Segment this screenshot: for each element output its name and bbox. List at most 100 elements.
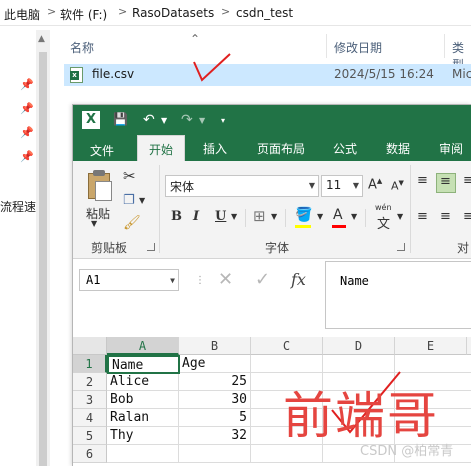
cell-a4[interactable]: Ralan [107, 409, 179, 427]
row-header-6[interactable]: 6 [73, 445, 107, 463]
red-checkmark-annotation [193, 53, 231, 82]
cell-a1-active[interactable]: Name [107, 355, 180, 374]
paste-button-label[interactable]: 粘贴 [86, 205, 110, 222]
font-color-dropdown-icon[interactable]: ▼ [351, 212, 357, 221]
borders-icon[interactable]: ⊞ [253, 207, 266, 225]
column-header-e[interactable]: E [395, 337, 467, 355]
navigation-scrollbar[interactable]: ▲ [36, 30, 50, 466]
file-row-selected[interactable]: x file.csv 2024/5/15 16:24 Mic [64, 64, 471, 86]
font-color-button[interactable]: A [333, 207, 343, 223]
cell-b3[interactable]: 30 [179, 391, 251, 409]
column-header-c[interactable]: C [251, 337, 323, 355]
tab-formulas[interactable]: 公式 [333, 140, 357, 157]
save-icon[interactable]: 💾 [113, 112, 128, 126]
group-divider [410, 165, 411, 253]
borders-dropdown-icon[interactable]: ▼ [271, 212, 277, 221]
address-breadcrumb[interactable]: 此电脑 > 软件 (F:) > RasoDatasets > csdn_test [0, 0, 471, 26]
column-header-f[interactable] [467, 337, 471, 355]
undo-icon[interactable]: ↶ [143, 112, 155, 128]
bold-button[interactable]: B [171, 209, 182, 224]
navigation-pane[interactable]: 📌 📌 📌 📌 流程速 [0, 26, 36, 466]
formula-input[interactable]: Name [325, 261, 471, 329]
tab-home[interactable]: 开始 [137, 135, 185, 161]
formula-bar: A1 ▼ ⋮ ✕ ✓ fx Name [73, 259, 471, 337]
cell-b5[interactable]: 32 [179, 427, 251, 445]
breadcrumb-folder-rasodatasets[interactable]: RasoDatasets [132, 6, 214, 20]
tab-data[interactable]: 数据 [386, 140, 410, 157]
column-header-a[interactable]: A [107, 337, 179, 355]
italic-button[interactable]: I [193, 209, 199, 224]
align-right-icon[interactable]: ≡ [463, 209, 471, 224]
row-header-5[interactable]: 5 [73, 427, 107, 445]
fill-color-dropdown-icon[interactable]: ▼ [317, 212, 323, 221]
align-bottom-icon[interactable]: ≡ [463, 173, 471, 188]
tab-file-label: 文件 [90, 144, 115, 158]
undo-dropdown-icon[interactable]: ▼ [161, 116, 167, 125]
cell-a3[interactable]: Bob [107, 391, 179, 409]
row-header-4[interactable]: 4 [73, 409, 107, 427]
breadcrumb-folder-csdn-test[interactable]: csdn_test [236, 6, 293, 20]
underline-dropdown-icon[interactable]: ▼ [231, 212, 237, 221]
increase-font-size-button[interactable]: A▲ [368, 177, 382, 192]
font-name-select[interactable]: 宋体 ▼ [165, 175, 319, 197]
column-divider[interactable] [326, 34, 327, 58]
redo-dropdown-icon[interactable]: ▼ [199, 116, 205, 125]
insert-function-button[interactable]: fx [291, 270, 306, 289]
column-header-d[interactable]: D [323, 337, 395, 355]
cell-b4[interactable]: 5 [179, 409, 251, 427]
tab-review[interactable]: 审阅 [439, 140, 463, 157]
phonetic-dropdown-icon[interactable]: ▼ [397, 212, 403, 221]
select-all-corner[interactable] [73, 337, 107, 355]
cell-b6[interactable] [179, 445, 251, 463]
align-left-icon[interactable]: ≡ [417, 209, 428, 224]
column-divider[interactable] [444, 34, 445, 58]
breadcrumb-this-pc[interactable]: 此电脑 [4, 6, 40, 23]
scroll-up-icon[interactable]: ▲ [38, 34, 45, 44]
paste-dropdown-icon[interactable]: ▼ [91, 219, 97, 228]
column-header-name[interactable]: 名称 [70, 39, 94, 56]
customize-qat-icon[interactable]: ▾ [221, 116, 225, 125]
cell-c6[interactable] [251, 445, 323, 463]
font-size-select[interactable]: 11 ▼ [321, 175, 363, 197]
file-modified-date: 2024/5/15 16:24 [334, 67, 434, 81]
cell-a6[interactable] [107, 445, 179, 463]
cell-a2[interactable]: Alice [107, 373, 179, 391]
align-center-icon[interactable]: ≡ [440, 209, 451, 224]
format-painter-icon[interactable]: 🖌 [123, 215, 141, 231]
cell-b1[interactable]: Age [179, 355, 251, 373]
copy-dropdown-icon[interactable]: ▼ [139, 196, 145, 205]
pin-icon[interactable]: 📌 [20, 78, 34, 91]
underline-button[interactable]: U [215, 209, 226, 224]
pin-icon[interactable]: 📌 [20, 150, 34, 163]
align-middle-button[interactable]: ≡ [436, 173, 456, 193]
cell-b2[interactable]: 25 [179, 373, 251, 391]
cut-icon[interactable]: ✂ [123, 167, 136, 185]
breadcrumb-drive[interactable]: 软件 (F:) [60, 6, 107, 23]
row-header-2[interactable]: 2 [73, 373, 107, 391]
scrollbar-thumb[interactable] [39, 52, 47, 466]
enter-check-icon[interactable]: ✓ [255, 269, 270, 290]
name-box[interactable]: A1 ▼ [79, 269, 179, 291]
pin-icon[interactable]: 📌 [20, 126, 34, 139]
column-header-date[interactable]: 修改日期 [334, 39, 382, 56]
redo-icon[interactable]: ↷ [181, 112, 193, 128]
tab-insert[interactable]: 插入 [203, 140, 227, 157]
column-header-b[interactable]: B [179, 337, 251, 355]
row-header-1[interactable]: 1 [73, 355, 107, 373]
fill-color-icon[interactable]: 🪣 [295, 207, 312, 223]
cell-a5[interactable]: Thy [107, 427, 179, 445]
tab-file[interactable]: 文件 [73, 135, 128, 161]
paste-icon[interactable] [85, 169, 113, 201]
decrease-font-size-button[interactable]: A▼ [391, 179, 404, 193]
ribbon-tabs: 文件 开始 插入 页面布局 公式 数据 审阅 [73, 135, 471, 161]
align-top-icon[interactable]: ≡ [417, 173, 428, 188]
clipboard-dialog-launcher[interactable] [147, 243, 155, 251]
quick-access-item-label[interactable]: 流程速 [0, 198, 36, 215]
cancel-icon[interactable]: ✕ [218, 269, 233, 290]
pin-icon[interactable]: 📌 [20, 102, 34, 115]
tab-page-layout[interactable]: 页面布局 [257, 140, 305, 157]
copy-icon[interactable]: ❐ [123, 193, 135, 208]
font-dialog-launcher[interactable] [397, 243, 405, 251]
row-header-3[interactable]: 3 [73, 391, 107, 409]
cell-c1[interactable] [251, 355, 323, 373]
